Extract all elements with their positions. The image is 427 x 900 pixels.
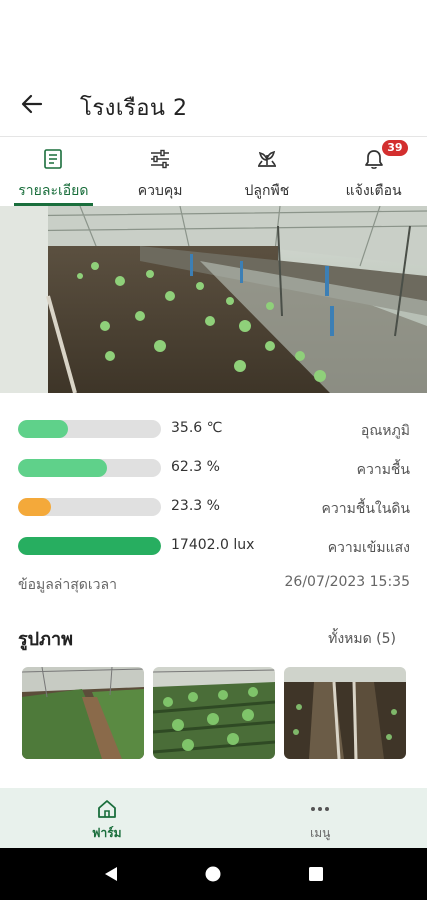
- bottom-navigation: ฟาร์ม เมนู: [0, 788, 427, 848]
- nav-label: ฟาร์ม: [91, 826, 122, 840]
- sensor-bar-fill: [18, 498, 52, 516]
- notification-badge: 39: [382, 140, 408, 156]
- header-divider: [0, 136, 427, 137]
- sensor-label: ความเข้มแสง: [327, 540, 410, 556]
- photos-title: รูปภาพ: [18, 629, 73, 650]
- tab-bar: รายละเอียด ควบคุม ปลูกพืช 39 แจ้งเตือน: [0, 140, 427, 206]
- sliders-icon: [147, 146, 173, 172]
- last-updated-row: ข้อมูลล่าสุดเวลา 26/07/2023 15:35: [18, 574, 410, 594]
- photo-thumbnail[interactable]: [153, 667, 275, 759]
- sprout-icon: [254, 146, 280, 172]
- sensor-value: 23.3 %: [171, 498, 220, 514]
- sensor-bar-fill: [18, 537, 161, 555]
- photo-thumbnails: [22, 667, 406, 759]
- photos-header: รูปภาพ ทั้งหมด (5): [18, 624, 396, 650]
- sensor-bar-track: [18, 498, 161, 516]
- tab-details[interactable]: รายละเอียด: [0, 140, 107, 206]
- nav-menu[interactable]: เมนู: [214, 788, 427, 848]
- tab-label: แจ้งเตือน: [345, 183, 402, 199]
- sensor-value: 62.3 %: [171, 459, 220, 475]
- sensor-bar-track: [18, 459, 161, 477]
- sensor-label: ความชื้น: [356, 462, 410, 478]
- sensor-bar-track: [18, 420, 161, 438]
- back-button[interactable]: [18, 90, 46, 118]
- nav-farm[interactable]: ฟาร์ม: [0, 788, 214, 848]
- app-header: โรงเรือน 2: [0, 78, 427, 130]
- system-recents-button[interactable]: [303, 861, 329, 887]
- greenhouse-photo: [0, 206, 427, 393]
- tab-label: ควบคุม: [137, 183, 183, 199]
- tab-label: รายละเอียด: [18, 183, 89, 199]
- last-updated-timestamp: 26/07/2023 15:35: [284, 574, 411, 590]
- sensor-bar-fill: [18, 459, 108, 477]
- sensor-row-soil-moisture: 23.3 % ความชื้นในดิน: [18, 496, 410, 518]
- more-dots-icon: [311, 807, 330, 811]
- tab-label: ปลูกพืช: [244, 183, 290, 199]
- nav-label: เมนู: [310, 826, 331, 840]
- sensor-label: อุณหภูมิ: [360, 423, 410, 439]
- last-updated-label: ข้อมูลล่าสุดเวลา: [18, 577, 117, 593]
- system-back-button[interactable]: [98, 861, 124, 887]
- sensor-row-temperature: 35.6 ℃ อุณหภูมิ: [18, 418, 410, 440]
- tab-control[interactable]: ควบคุม: [107, 140, 214, 206]
- triangle-back-icon: [105, 867, 118, 881]
- sensor-label: ความชื้นในดิน: [321, 501, 410, 517]
- sensor-row-humidity: 62.3 % ความชื้น: [18, 457, 410, 479]
- system-navigation-bar: [0, 848, 427, 900]
- page-title: โรงเรือน 2: [80, 96, 188, 121]
- sensor-row-light: 17402.0 lux ความเข้มแสง: [18, 535, 410, 557]
- view-all-photos-link[interactable]: ทั้งหมด (5): [328, 628, 396, 650]
- arrow-left-icon: [21, 94, 43, 114]
- circle-home-icon: [205, 866, 221, 882]
- sensor-bar-track: [18, 537, 161, 555]
- tab-notifications[interactable]: 39 แจ้งเตือน: [320, 140, 427, 206]
- sensor-bar-fill: [18, 420, 69, 438]
- square-recents-icon: [308, 867, 323, 881]
- home-icon: [97, 800, 116, 818]
- photo-thumbnail[interactable]: [284, 667, 406, 759]
- system-home-button[interactable]: [200, 861, 226, 887]
- photo-thumbnail[interactable]: [22, 667, 144, 759]
- tab-planting[interactable]: ปลูกพืช: [214, 140, 321, 206]
- sensor-value: 17402.0 lux: [171, 537, 255, 553]
- document-icon: [40, 146, 66, 172]
- sensor-value: 35.6 ℃: [171, 420, 223, 436]
